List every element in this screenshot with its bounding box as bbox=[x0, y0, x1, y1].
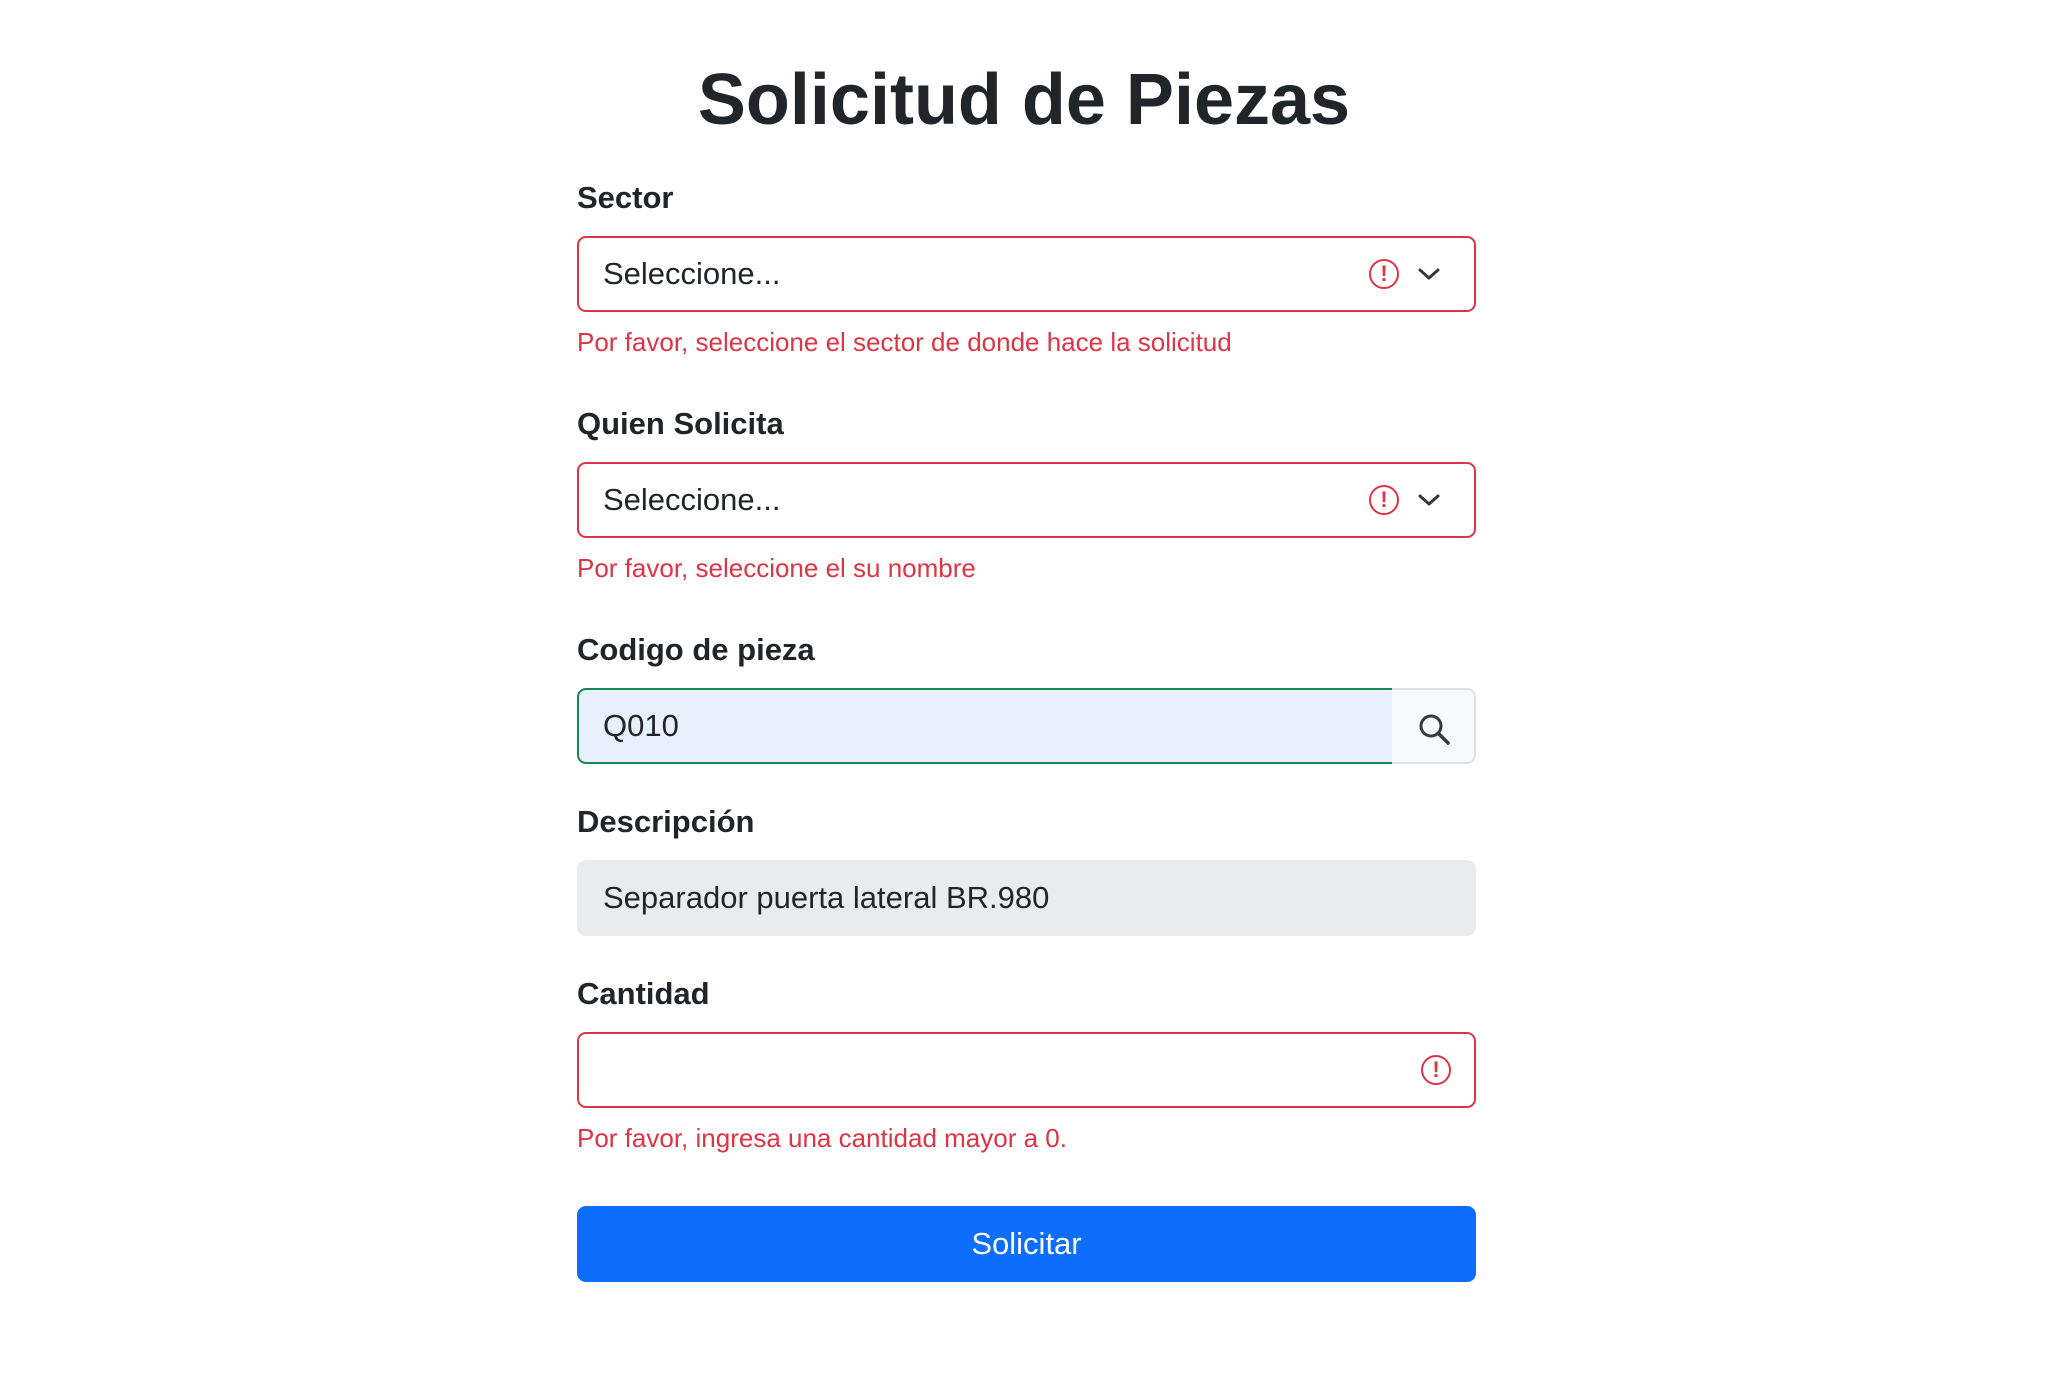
parts-request-form: Sector Seleccione... ! Por favor, selecc… bbox=[577, 170, 1476, 1282]
chevron-down-icon bbox=[1418, 494, 1440, 506]
invalid-icon: ! bbox=[1369, 259, 1399, 289]
part-code-label: Codigo de pieza bbox=[577, 632, 815, 667]
quantity-input[interactable]: ! bbox=[577, 1032, 1476, 1108]
description-value: Separador puerta lateral BR.980 bbox=[603, 880, 1050, 915]
search-icon bbox=[1419, 714, 1450, 745]
part-code-input[interactable]: Q010 bbox=[577, 688, 1394, 764]
page-title: Solicitud de Piezas bbox=[697, 60, 1351, 140]
sector-select[interactable]: Seleccione... ! bbox=[577, 236, 1476, 312]
description-field: Separador puerta lateral BR.980 bbox=[577, 860, 1476, 936]
requester-selected-value: Seleccione... bbox=[603, 482, 781, 517]
quantity-feedback: Por favor, ingresa una cantidad mayor a … bbox=[577, 1123, 1067, 1153]
requester-feedback: Por favor, seleccione el su nombre bbox=[577, 553, 976, 583]
description-label: Descripción bbox=[577, 804, 755, 839]
sector-label: Sector bbox=[577, 180, 674, 215]
sector-selected-value: Seleccione... bbox=[603, 256, 781, 291]
requester-select[interactable]: Seleccione... ! bbox=[577, 462, 1476, 538]
search-button[interactable] bbox=[1392, 688, 1476, 764]
chevron-down-icon bbox=[1418, 268, 1440, 280]
page: Solicitud de Piezas Sector Seleccione...… bbox=[0, 0, 2048, 1399]
part-code-input-group: Q010 bbox=[577, 688, 1476, 764]
quantity-label: Cantidad bbox=[577, 976, 710, 1011]
sector-feedback: Por favor, seleccione el sector de donde… bbox=[577, 327, 1232, 357]
submit-button[interactable]: Solicitar bbox=[577, 1206, 1476, 1282]
invalid-icon: ! bbox=[1421, 1055, 1451, 1085]
invalid-icon: ! bbox=[1369, 485, 1399, 515]
requester-label: Quien Solicita bbox=[577, 406, 784, 441]
part-code-value: Q010 bbox=[603, 708, 679, 743]
